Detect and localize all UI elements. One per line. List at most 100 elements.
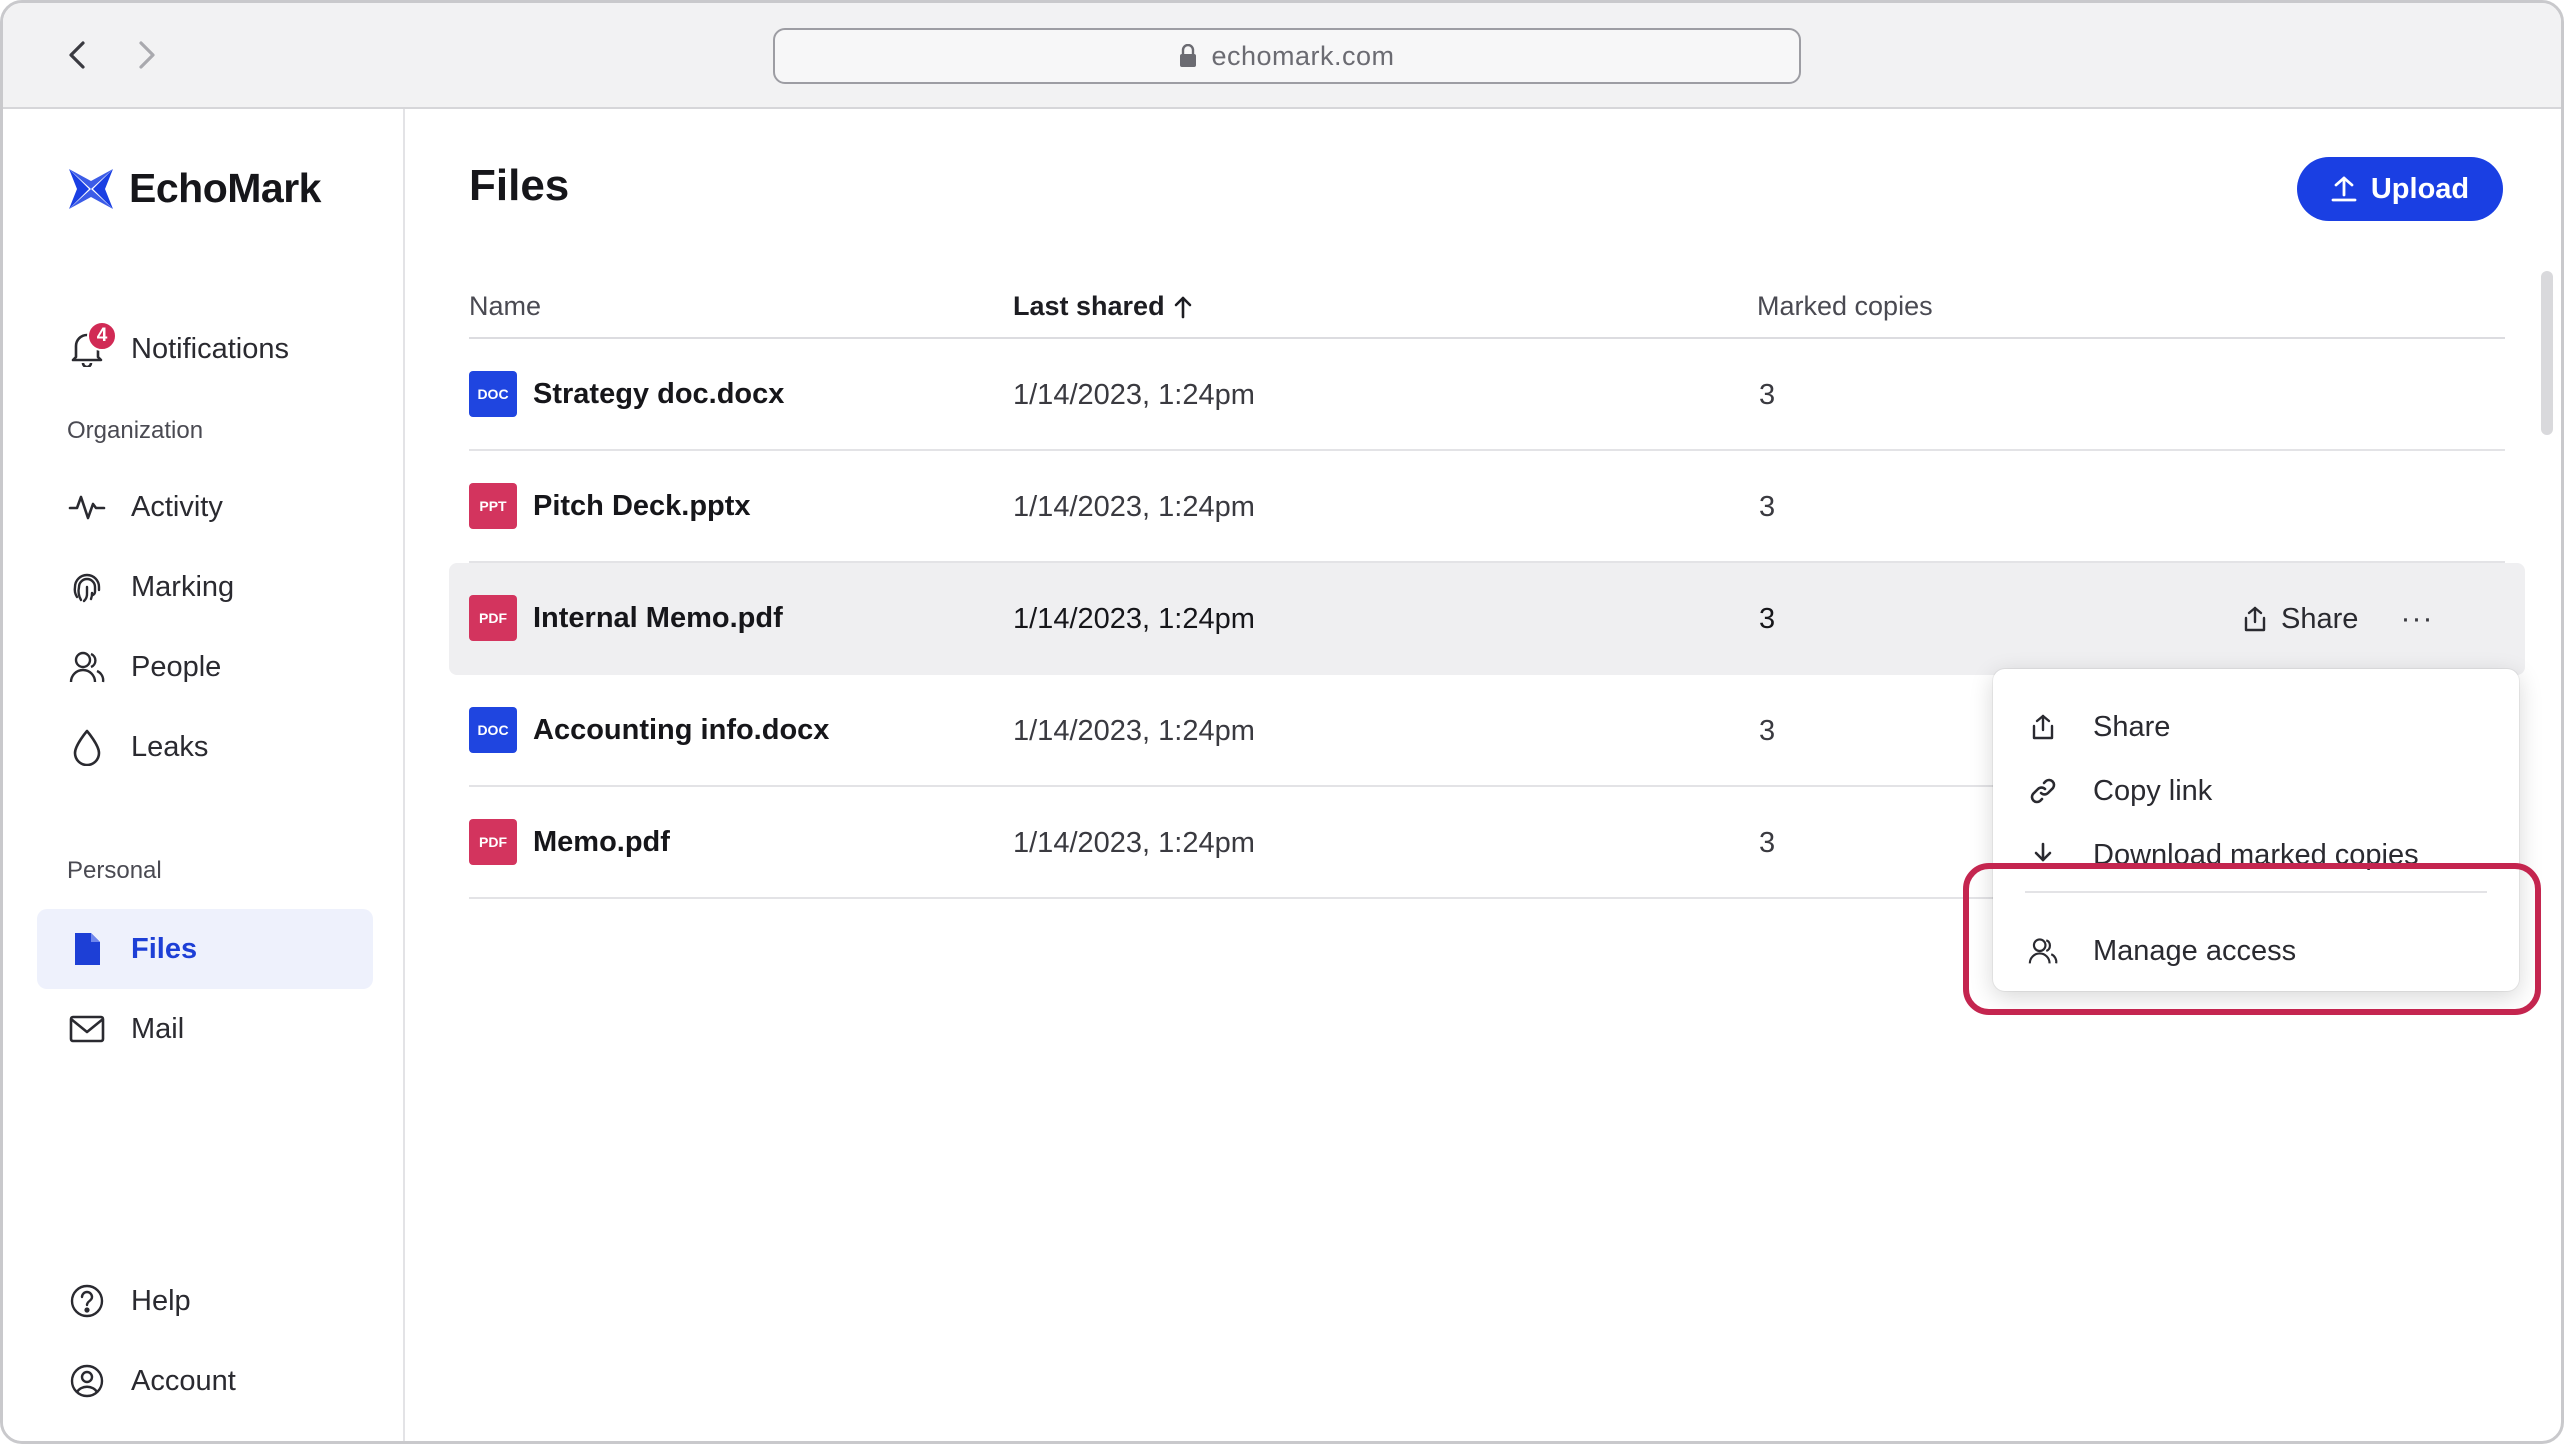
sidebar-item-files[interactable]: Files [37,909,373,989]
share-icon [2027,711,2059,743]
lock-icon [1180,44,1197,67]
sidebar-item-label: Leaks [131,730,209,763]
sidebar-item-label: Marking [131,570,235,603]
table-row-hovered[interactable]: PDF Internal Memo.pdf 1/14/2023, 1:24pm … [449,563,2525,675]
sidebar-item-label: Activity [131,490,223,523]
back-button[interactable] [55,33,99,77]
link-icon [2027,775,2059,807]
more-options-button[interactable]: ··· [2393,595,2441,643]
menu-item-label: Share [2093,710,2171,743]
file-name[interactable]: Strategy doc.docx [533,378,784,411]
upload-icon [2331,176,2357,202]
file-name-cell: DOC Accounting info.docx [469,707,829,753]
file-name[interactable]: Internal Memo.pdf [533,602,783,635]
people-icon [67,647,107,687]
file-actions-menu: Share Copy link Download marked copies M… [1993,669,2519,991]
file-name[interactable]: Memo.pdf [533,826,670,859]
notification-count-badge: 4 [87,321,117,351]
chevron-right-icon [139,41,155,69]
sidebar-item-leaks[interactable]: Leaks [37,707,373,787]
sidebar-item-label: Help [131,1284,191,1317]
sidebar-item-label: Account [131,1364,236,1397]
table-row[interactable]: DOC Strategy doc.docx 1/14/2023, 1:24pm … [469,339,2505,451]
column-header-last-shared[interactable]: Last shared [1013,291,1193,322]
file-name[interactable]: Pitch Deck.pptx [533,490,751,523]
table-row[interactable]: PPT Pitch Deck.pptx 1/14/2023, 1:24pm 3 [469,451,2505,563]
menu-item-label: Copy link [2093,774,2213,807]
browser-window: echomark.com EchoMark 4 Notifications Or… [0,0,2564,1444]
menu-item-download-marked-copies[interactable]: Download marked copies [1993,825,2519,885]
doc-file-icon: DOC [469,707,517,753]
marked-copies-cell: 3 [1759,827,1776,859]
sidebar-item-help[interactable]: Help [37,1261,373,1341]
sidebar-item-notifications[interactable]: 4 Notifications [37,309,373,389]
ppt-file-icon: PPT [469,483,517,529]
last-shared-cell: 1/14/2023, 1:24pm [1013,491,1255,523]
sidebar-item-activity[interactable]: Activity [37,467,373,547]
sidebar-item-mail[interactable]: Mail [37,989,373,1069]
sidebar: EchoMark 4 Notifications Organization Ac… [3,109,405,1441]
file-name-cell: PDF Memo.pdf [469,819,670,865]
page-title: Files [469,161,570,210]
section-label-personal: Personal [67,857,162,884]
brand-name: EchoMark [129,165,321,211]
last-shared-cell: 1/14/2023, 1:24pm [1013,827,1255,859]
menu-item-share[interactable]: Share [1993,697,2519,757]
sidebar-item-label: Mail [131,1012,185,1045]
menu-item-label: Download marked copies [2093,838,2419,871]
sort-ascending-icon [1174,296,1191,318]
people-icon [2027,935,2059,967]
file-name-cell: PPT Pitch Deck.pptx [469,483,751,529]
file-name[interactable]: Accounting info.docx [533,714,829,747]
last-shared-cell: 1/14/2023, 1:24pm [1013,379,1255,411]
account-icon [67,1361,107,1401]
marked-copies-cell: 3 [1759,379,1776,411]
file-name-cell: PDF Internal Memo.pdf [469,595,783,641]
doc-file-icon: DOC [469,371,517,417]
sidebar-item-marking[interactable]: Marking [37,547,373,627]
upload-button[interactable]: Upload [2297,157,2503,221]
marked-copies-cell: 3 [1759,491,1776,523]
sidebar-item-label: People [131,650,222,683]
help-icon [67,1281,107,1321]
mail-icon [67,1009,107,1049]
section-label-organization: Organization [67,417,204,444]
menu-item-label: Manage access [2093,934,2297,967]
column-header-label: Last shared [1013,291,1165,321]
share-icon [2244,606,2266,632]
menu-divider [2025,891,2487,893]
brand-logo[interactable]: EchoMark [67,165,321,212]
address-bar[interactable]: echomark.com [773,28,1801,84]
table-header: Name Last shared Marked copies [469,269,2505,339]
menu-item-copy-link[interactable]: Copy link [1993,761,2519,821]
forward-button[interactable] [125,33,169,77]
more-icon: ··· [2400,602,2434,635]
column-header-name[interactable]: Name [469,291,541,322]
bell-icon: 4 [67,321,117,369]
echomark-logo-icon [69,168,113,209]
browser-toolbar: echomark.com [3,3,2561,109]
sidebar-item-label: Notifications [131,332,289,365]
upload-button-label: Upload [2370,172,2470,205]
menu-item-manage-access[interactable]: Manage access [1993,921,2519,981]
last-shared-cell: 1/14/2023, 1:24pm [1013,715,1255,747]
file-name-cell: DOC Strategy doc.docx [469,371,784,417]
chevron-left-icon [69,41,85,69]
sidebar-item-account[interactable]: Account [37,1341,373,1421]
droplet-icon [67,727,107,767]
url-text: echomark.com [1211,40,1395,71]
last-shared-cell: 1/14/2023, 1:24pm [1013,603,1255,635]
sidebar-item-people[interactable]: People [37,627,373,707]
pdf-file-icon: PDF [469,819,517,865]
sidebar-item-label: Files [131,932,198,965]
fingerprint-icon [67,567,107,607]
scrollbar-thumb[interactable] [2541,271,2553,435]
marked-copies-cell: 3 [1759,715,1776,747]
column-header-marked-copies[interactable]: Marked copies [1757,291,1933,322]
download-icon [2027,839,2059,871]
row-share-button[interactable]: Share [2243,595,2358,643]
activity-icon [67,487,107,527]
file-icon [67,929,107,969]
row-share-label: Share [2281,602,2359,635]
pdf-file-icon: PDF [469,595,517,641]
